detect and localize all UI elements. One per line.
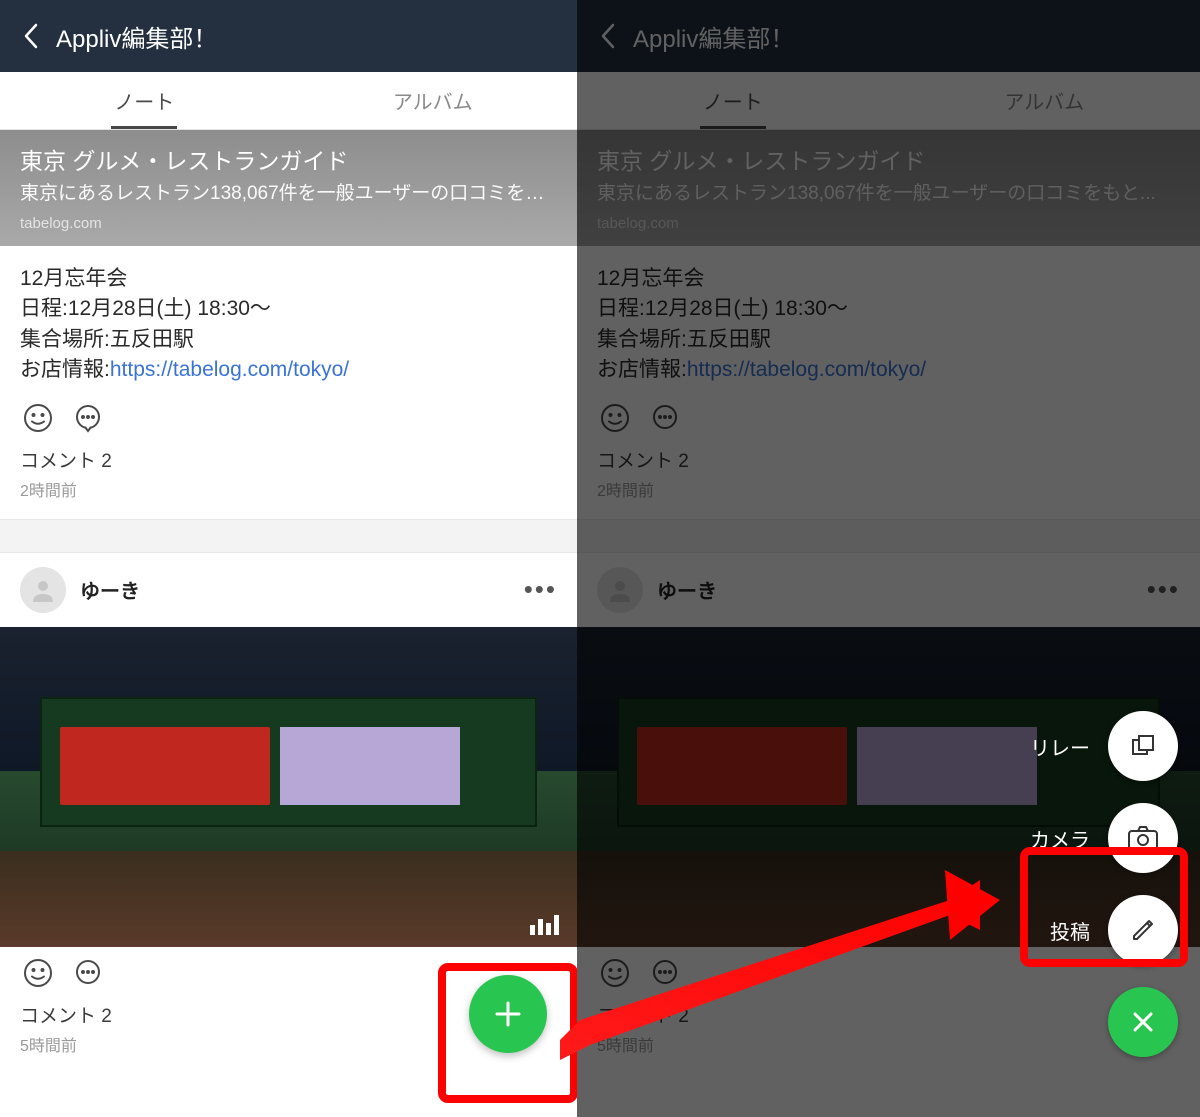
relay-button[interactable] [1108, 711, 1178, 781]
photo-detail [857, 727, 1037, 805]
menu-item-camera[interactable]: カメラ [1030, 803, 1178, 873]
avatar-placeholder-icon [29, 576, 57, 604]
tab-note[interactable]: ノート [0, 72, 289, 129]
close-icon [1129, 1008, 1157, 1036]
post-divider [0, 519, 577, 553]
smile-icon [23, 958, 53, 988]
tab-album[interactable]: アルバム [889, 72, 1200, 129]
like-button[interactable] [597, 955, 633, 991]
tab-album-label: アルバム [393, 86, 473, 115]
menu-item-label: リレー [1030, 732, 1090, 761]
post-line-prefix: お店情報: [20, 358, 110, 381]
fab-add-button[interactable] [469, 975, 547, 1053]
reaction-row [577, 392, 1200, 440]
post-line: 日程:12月28日(土) 18:30～ [20, 294, 557, 324]
reaction-row [0, 392, 577, 440]
post-link[interactable]: https://tabelog.com/tokyo/ [687, 358, 926, 381]
menu-item-post[interactable]: 投稿 [1050, 895, 1178, 965]
relay-icon [1128, 731, 1158, 761]
photo-detail [637, 727, 847, 805]
post-line: お店情報:https://tabelog.com/tokyo/ [20, 355, 557, 385]
link-preview-title: 東京 グルメ・レストランガイド [20, 142, 557, 176]
camera-icon [1127, 825, 1159, 851]
comment-button[interactable] [647, 400, 683, 436]
comments-count[interactable]: コメント 2 [0, 440, 577, 475]
header-title: Appliv編集部！ [56, 19, 217, 54]
author-name[interactable]: ゆーき [657, 575, 717, 604]
pencil-icon [1129, 916, 1157, 944]
post-button[interactable] [1108, 895, 1178, 965]
author-name[interactable]: ゆーき [80, 575, 140, 604]
post-line: 集合場所:五反田駅 [20, 325, 557, 355]
author-row: ゆーき ••• [0, 553, 577, 627]
back-button[interactable] [591, 22, 627, 50]
comments-count[interactable]: コメント 2 [577, 440, 1200, 475]
chevron-left-icon [599, 22, 619, 50]
header: Appliv編集部！ [0, 0, 577, 72]
menu-item-label: カメラ [1030, 824, 1090, 853]
author-row: ゆーき ••• [577, 553, 1200, 627]
tab-bar: ノート アルバム [0, 72, 577, 130]
avatar[interactable] [20, 567, 66, 613]
comment-icon [73, 958, 103, 988]
screenshot-right: Appliv編集部！ ノート アルバム 東京 グルメ・レストランガイド 東京にあ… [577, 0, 1200, 1117]
post-body: 12月忘年会 日程:12月28日(土) 18:30～ 集合場所:五反田駅 お店情… [0, 246, 577, 392]
avatar[interactable] [597, 567, 643, 613]
post-divider [577, 519, 1200, 553]
link-preview-desc: 東京にあるレストラン138,067件を一般ユーザーの口コミをもと... [597, 178, 1180, 205]
post-body: 12月忘年会 日程:12月28日(土) 18:30～ 集合場所:五反田駅 お店情… [577, 246, 1200, 392]
like-button[interactable] [20, 400, 56, 436]
post-photo[interactable] [0, 627, 577, 947]
comment-icon [650, 958, 680, 988]
menu-item-relay[interactable]: リレー [1030, 711, 1178, 781]
smile-icon [600, 403, 630, 433]
fab-action-menu: リレー カメラ 投稿 [1030, 711, 1178, 1057]
screenshot-left: Appliv編集部！ ノート アルバム 東京 グルメ・レストランガイド 東京にあ… [0, 0, 577, 1117]
photo-detail [280, 727, 460, 805]
post-line: 集合場所:五反田駅 [597, 325, 1180, 355]
tab-note[interactable]: ノート [577, 72, 889, 129]
fab-close-button[interactable] [1108, 987, 1178, 1057]
smile-icon [600, 958, 630, 988]
post-line: お店情報:https://tabelog.com/tokyo/ [597, 355, 1180, 385]
comment-icon [650, 403, 680, 433]
like-button[interactable] [20, 955, 56, 991]
header-title: Appliv編集部！ [633, 19, 794, 54]
link-preview-desc: 東京にあるレストラン138,067件を一般ユーザーの口コミをもと... [20, 178, 557, 205]
header: Appliv編集部！ [577, 0, 1200, 72]
link-preview-domain: tabelog.com [597, 215, 1180, 232]
comment-icon [73, 403, 103, 433]
comment-button[interactable] [70, 400, 106, 436]
tab-album[interactable]: アルバム [289, 72, 578, 129]
chevron-left-icon [22, 22, 42, 50]
post-line: 12月忘年会 [597, 264, 1180, 294]
avatar-placeholder-icon [606, 576, 634, 604]
camera-button[interactable] [1108, 803, 1178, 873]
post-line: 日程:12月28日(土) 18:30～ [597, 294, 1180, 324]
video-bars-icon [530, 915, 559, 935]
tab-note-label: ノート [114, 86, 174, 115]
post-time: 2時間前 [577, 475, 1200, 519]
tab-note-label: ノート [703, 86, 763, 115]
smile-icon [23, 403, 53, 433]
plus-icon [491, 997, 525, 1031]
menu-item-label: 投稿 [1050, 916, 1090, 945]
tab-bar: ノート アルバム [577, 72, 1200, 130]
more-button[interactable]: ••• [524, 574, 557, 605]
post-time: 2時間前 [0, 475, 577, 519]
more-button[interactable]: ••• [1147, 574, 1180, 605]
tab-album-label: アルバム [1004, 86, 1084, 115]
post-line: 12月忘年会 [20, 264, 557, 294]
link-preview-title: 東京 グルメ・レストランガイド [597, 142, 1180, 176]
comment-button[interactable] [647, 955, 683, 991]
photo-detail [60, 727, 270, 805]
link-preview-card[interactable]: 東京 グルメ・レストランガイド 東京にあるレストラン138,067件を一般ユーザ… [577, 130, 1200, 246]
link-preview-card[interactable]: 東京 グルメ・レストランガイド 東京にあるレストラン138,067件を一般ユーザ… [0, 130, 577, 246]
comment-button[interactable] [70, 955, 106, 991]
like-button[interactable] [597, 400, 633, 436]
link-preview-domain: tabelog.com [20, 215, 557, 232]
post-line-prefix: お店情報: [597, 358, 687, 381]
post-link[interactable]: https://tabelog.com/tokyo/ [110, 358, 349, 381]
back-button[interactable] [14, 22, 50, 50]
